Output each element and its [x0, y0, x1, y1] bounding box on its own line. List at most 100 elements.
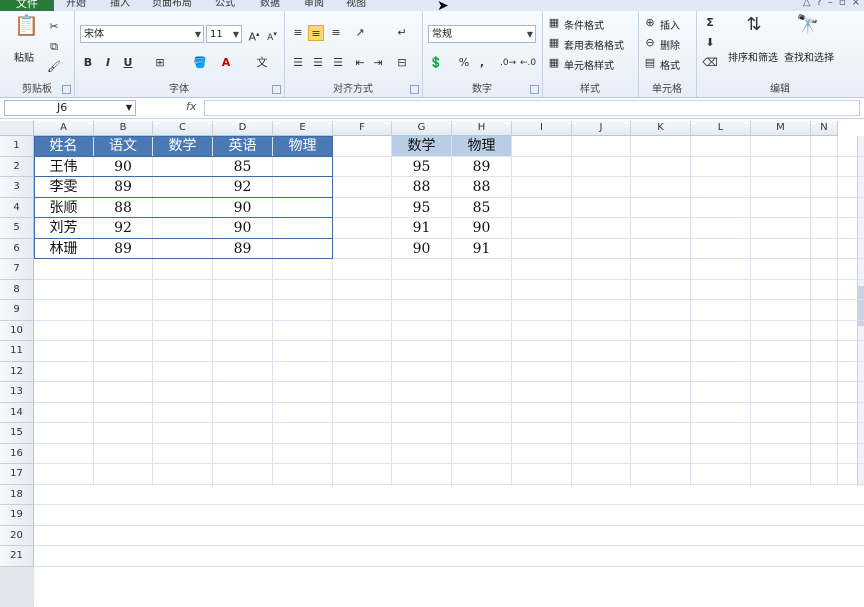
tab-home[interactable]: 开始: [66, 0, 86, 11]
cell[interactable]: [273, 157, 332, 177]
row-header[interactable]: 15: [0, 423, 34, 444]
column-header[interactable]: K: [631, 121, 691, 136]
format-cells-icon[interactable]: ▤: [642, 55, 658, 71]
cell[interactable]: 95: [392, 157, 451, 177]
cell[interactable]: 物理: [273, 136, 332, 156]
find-select-icon[interactable]: 🔭: [796, 16, 820, 43]
align-right-icon[interactable]: ☰: [330, 55, 346, 71]
cell[interactable]: [273, 177, 332, 197]
cell[interactable]: 88: [392, 177, 451, 197]
column-header[interactable]: E: [273, 121, 333, 136]
align-bottom-icon[interactable]: ≡: [328, 25, 344, 41]
cell[interactable]: 85: [452, 198, 511, 218]
cell[interactable]: [273, 239, 332, 259]
cell[interactable]: 数学: [392, 136, 451, 156]
grow-font-icon[interactable]: A▴: [246, 26, 262, 44]
increase-indent-icon[interactable]: ⇥: [370, 55, 386, 71]
sort-filter-icon[interactable]: ⇅: [742, 16, 766, 43]
cell[interactable]: 物理: [452, 136, 511, 156]
conditional-format-button[interactable]: 条件格式: [564, 17, 604, 32]
row-header[interactable]: 13: [0, 382, 34, 403]
orientation-icon[interactable]: ↗: [352, 25, 368, 41]
increase-decimal-icon[interactable]: .0→: [500, 55, 516, 71]
vertical-scrollbar[interactable]: [857, 136, 864, 486]
cell[interactable]: 90: [452, 218, 511, 238]
decrease-indent-icon[interactable]: ⇤: [352, 55, 368, 71]
row-header[interactable]: 5: [0, 218, 34, 239]
row-header[interactable]: 11: [0, 341, 34, 362]
cell[interactable]: 88: [452, 177, 511, 197]
font-size-combo[interactable]: 11 ▼: [206, 25, 242, 43]
clear-icon[interactable]: ⌫: [702, 55, 718, 71]
conditional-format-icon[interactable]: ▦: [546, 15, 562, 31]
row-header[interactable]: 10: [0, 320, 34, 341]
cell[interactable]: 89: [94, 239, 152, 259]
copy-icon[interactable]: ⧉: [46, 39, 62, 55]
clipboard-launcher-icon[interactable]: [62, 85, 71, 94]
row-header[interactable]: 2: [0, 156, 34, 177]
cell[interactable]: 90: [94, 157, 152, 177]
fill-color-icon[interactable]: 🪣: [192, 55, 208, 71]
cell[interactable]: 数学: [153, 136, 212, 156]
insert-function-icon[interactable]: fx: [186, 100, 196, 113]
cell-style-button[interactable]: 单元格样式: [564, 57, 614, 72]
cell[interactable]: [273, 198, 332, 218]
cell[interactable]: [153, 157, 212, 177]
row-header[interactable]: 21: [0, 546, 34, 567]
window-restore-icon[interactable]: ▫: [839, 0, 846, 8]
tab-data[interactable]: 数据: [260, 0, 280, 11]
column-header[interactable]: G: [392, 121, 452, 136]
formula-input[interactable]: [204, 100, 860, 116]
row-header[interactable]: 12: [0, 361, 34, 382]
cell[interactable]: [273, 218, 332, 238]
cell[interactable]: 88: [94, 198, 152, 218]
align-left-icon[interactable]: ☰: [290, 55, 306, 71]
align-middle-icon[interactable]: ≡: [308, 25, 324, 41]
column-header[interactable]: I: [512, 121, 572, 136]
cell[interactable]: 92: [94, 218, 152, 238]
column-header[interactable]: F: [333, 121, 392, 136]
column-header[interactable]: L: [691, 121, 751, 136]
tab-insert[interactable]: 插入: [110, 0, 130, 11]
font-name-combo[interactable]: 宋体 ▼: [80, 25, 204, 43]
row-header[interactable]: 6: [0, 238, 34, 259]
bold-button[interactable]: B: [80, 55, 96, 71]
cell[interactable]: 89: [452, 157, 511, 177]
cell[interactable]: [153, 198, 212, 218]
wrap-text-icon[interactable]: ↵: [394, 25, 410, 41]
cell[interactable]: 95: [392, 198, 451, 218]
cell[interactable]: 90: [213, 198, 272, 218]
cell[interactable]: 89: [213, 239, 272, 259]
format-painter-icon[interactable]: 🖌: [46, 59, 62, 75]
cell[interactable]: [153, 177, 212, 197]
table-format-icon[interactable]: ▦: [546, 35, 562, 51]
window-close-icon[interactable]: ×: [852, 0, 860, 8]
column-header[interactable]: H: [452, 121, 512, 136]
cell[interactable]: 语文: [94, 136, 152, 156]
cell[interactable]: 90: [392, 239, 451, 259]
tab-view[interactable]: 视图: [346, 0, 366, 11]
column-header[interactable]: D: [213, 121, 273, 136]
column-header[interactable]: M: [751, 121, 811, 136]
alignment-launcher-icon[interactable]: [410, 85, 419, 94]
row-header[interactable]: 8: [0, 279, 34, 300]
tab-page-layout[interactable]: 页面布局: [152, 0, 192, 11]
align-top-icon[interactable]: ≡: [290, 25, 306, 41]
row-header[interactable]: 18: [0, 484, 34, 505]
tab-formulas[interactable]: 公式: [215, 0, 235, 11]
cell[interactable]: [153, 239, 212, 259]
cell[interactable]: 姓名: [34, 136, 93, 156]
tab-review[interactable]: 审阅: [304, 0, 324, 11]
number-launcher-icon[interactable]: [530, 85, 539, 94]
cell[interactable]: 91: [392, 218, 451, 238]
row-header[interactable]: 9: [0, 300, 34, 321]
phonetic-icon[interactable]: 文: [254, 55, 270, 71]
align-center-icon[interactable]: ☰: [310, 55, 326, 71]
paste-icon[interactable]: 📋: [14, 15, 39, 45]
merge-center-icon[interactable]: ⊟: [394, 55, 410, 71]
row-header[interactable]: 17: [0, 464, 34, 485]
cell[interactable]: 英语: [213, 136, 272, 156]
insert-cells-button[interactable]: 插入: [660, 17, 680, 32]
borders-icon[interactable]: ⊞: [152, 55, 168, 71]
column-header[interactable]: J: [572, 121, 631, 136]
